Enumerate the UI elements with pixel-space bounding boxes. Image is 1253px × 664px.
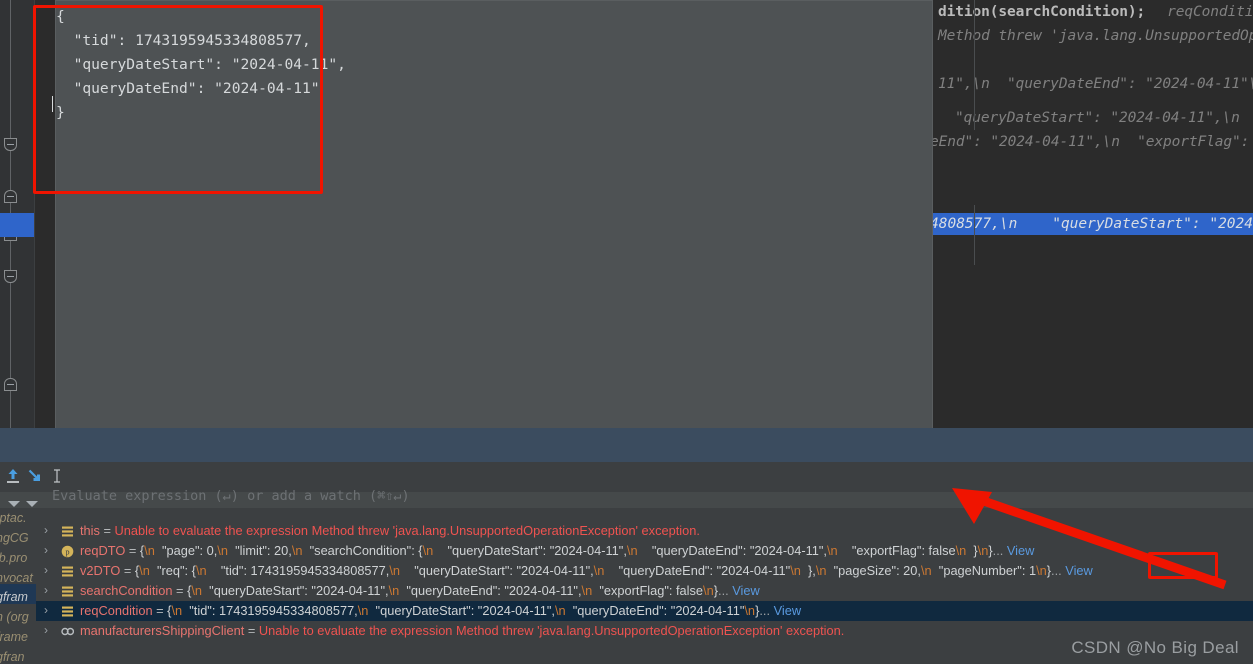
frames-sidebar[interactable]: .ptac. ngCG ib.pro nvocat gfram n (org f… <box>0 508 36 664</box>
variable-value: Unable to evaluate the expression Method… <box>114 523 700 538</box>
variable-text: manufacturersShippingClient = Unable to … <box>80 621 844 641</box>
variable-name: searchCondition <box>80 583 173 598</box>
variable-row-v2dto[interactable]: › v2DTO = {\n "req": {\n "tid": 17431959… <box>36 561 1253 581</box>
variable-row-reqcondition[interactable]: › reqCondition = {\n "tid": 174319594533… <box>36 601 1253 621</box>
debugger-highlight-band <box>0 428 1253 462</box>
variable-value: {\n "page": 0,\n "limit": 20,\n "searchC… <box>139 543 993 558</box>
variable-value: {\n "req": {\n "tid": 174319594533480857… <box>134 563 1052 578</box>
code-line-4-hint: eEnd": "2024-04-11",\n "exportFlag": fa <box>930 134 1253 150</box>
view-link[interactable]: View <box>1007 543 1035 558</box>
variable-name: manufacturersShippingClient <box>80 623 245 638</box>
view-link-highlighted[interactable]: View <box>1065 563 1093 578</box>
variable-row-reqdto[interactable]: › p reqDTO = {\n "page": 0,\n "limit": 2… <box>36 541 1253 561</box>
inline-hint-reqcondition: reqCondition: <box>1167 4 1253 20</box>
watermark: CSDN @No Big Deal <box>1071 638 1239 657</box>
field-icon <box>62 586 73 597</box>
variable-name: this <box>80 523 100 538</box>
variable-text: v2DTO = {\n "req": {\n "tid": 1743195945… <box>80 561 1093 581</box>
variable-ellipsis: ... <box>992 543 1007 558</box>
link-icon <box>61 627 74 636</box>
variable-name: reqCondition <box>80 603 153 618</box>
variable-equals: = <box>172 583 188 598</box>
field-icon <box>62 526 73 537</box>
code-line-1-hint: Method threw 'java.lang.UnsupportedOpera <box>938 28 1253 44</box>
code-indent-guide-2 <box>974 205 975 265</box>
variable-equals: = <box>152 603 168 618</box>
variable-text: this = Unable to evaluate the expression… <box>80 521 700 541</box>
variable-name: v2DTO <box>80 563 121 578</box>
code-line-2-hint: 11",\n "queryDateEnd": "2024-04-11"\n} <box>938 76 1253 92</box>
text-caret <box>52 96 53 112</box>
expand-chevron-icon[interactable]: › <box>44 544 55 556</box>
svg-text:p: p <box>65 548 69 557</box>
variable-equals: = <box>125 543 140 558</box>
expand-chevron-icon[interactable]: › <box>44 584 55 596</box>
expand-chevron-icon[interactable]: › <box>44 604 55 616</box>
variable-row-searchcondition[interactable]: › searchCondition = {\n "queryDateStart"… <box>36 581 1253 601</box>
editor-selection-text: 4808577,\n "queryDateStart": "2024-04 <box>930 216 1253 232</box>
popup-json-content[interactable]: { "tid": 1743195945334808577, "queryDate… <box>56 5 346 125</box>
field-icon <box>62 566 73 577</box>
variable-value: {\n "tid": 1743195945334808577,\n "query… <box>167 603 760 618</box>
variable-row-this[interactable]: › this = Unable to evaluate the expressi… <box>36 521 1253 541</box>
field-icon <box>62 606 73 617</box>
view-link[interactable]: View <box>732 583 760 598</box>
frame-item-3[interactable]: nvocat <box>0 571 33 585</box>
variable-value: {\n "queryDateStart": "2024-04-11",\n "q… <box>187 583 719 598</box>
variable-equals: = <box>99 523 115 538</box>
frame-item-0[interactable]: .ptac. <box>0 511 27 525</box>
variable-equals: = <box>244 623 259 638</box>
variable-ellipsis: ... <box>759 603 774 618</box>
variable-text: reqDTO = {\n "page": 0,\n "limit": 20,\n… <box>80 541 1034 561</box>
view-link[interactable]: View <box>774 603 802 618</box>
code-text: dition(searchCondition); <box>938 4 1146 20</box>
fold-marker-expand-3[interactable] <box>4 378 17 391</box>
frame-item-6[interactable]: frame <box>0 630 28 644</box>
frame-item-7[interactable]: gfran <box>0 650 25 664</box>
code-indent-guide <box>974 0 975 130</box>
gutter-selection-highlight <box>0 213 34 237</box>
frame-item-2[interactable]: ib.pro <box>0 551 27 565</box>
code-line-3-hint: "queryDateStart": "2024-04-11",\n " <box>955 110 1253 126</box>
frame-item-1[interactable]: ngCG <box>0 531 29 545</box>
step-into-icon[interactable] <box>26 467 44 485</box>
evaluate-expression-editor-popup[interactable]: { "tid": 1743195945334808577, "queryDate… <box>55 0 933 496</box>
expand-chevron-icon[interactable]: › <box>44 564 55 576</box>
frame-item-4[interactable]: gfram <box>0 590 28 604</box>
variable-name: reqDTO <box>80 543 126 558</box>
code-line-0: dition(searchCondition); reqCondition: <box>938 4 1253 20</box>
parameter-icon: p <box>61 545 74 558</box>
expand-chevron-icon[interactable]: › <box>44 524 55 536</box>
frame-item-5[interactable]: n (org <box>0 610 29 624</box>
evaluate-expression-placeholder[interactable]: Evaluate expression (↵) or add a watch (… <box>52 488 410 504</box>
variable-text: reqCondition = {\n "tid": 17431959453348… <box>80 601 801 621</box>
popup-json-text: { "tid": 1743195945334808577, "queryDate… <box>56 8 346 121</box>
text-cursor-icon <box>54 469 60 483</box>
variable-ellipsis: ... <box>1051 563 1066 578</box>
fold-marker-expand-1[interactable] <box>4 190 17 203</box>
step-out-icon[interactable] <box>4 467 22 485</box>
expand-chevron-icon[interactable]: › <box>44 624 55 636</box>
fold-marker-collapse-2[interactable] <box>4 270 17 283</box>
ide-debugger-screen: dition(searchCondition); reqCondition: Me… <box>0 0 1253 664</box>
variable-ellipsis: ... <box>718 583 733 598</box>
variable-text: searchCondition = {\n "queryDateStart": … <box>80 581 760 601</box>
fold-marker-collapse-1[interactable] <box>4 138 17 151</box>
chevron-down-icon[interactable] <box>8 501 20 507</box>
history-chevron-down-icon[interactable] <box>26 501 38 507</box>
variable-value: Unable to evaluate the expression Method… <box>258 623 845 638</box>
variable-equals: = <box>120 563 135 578</box>
